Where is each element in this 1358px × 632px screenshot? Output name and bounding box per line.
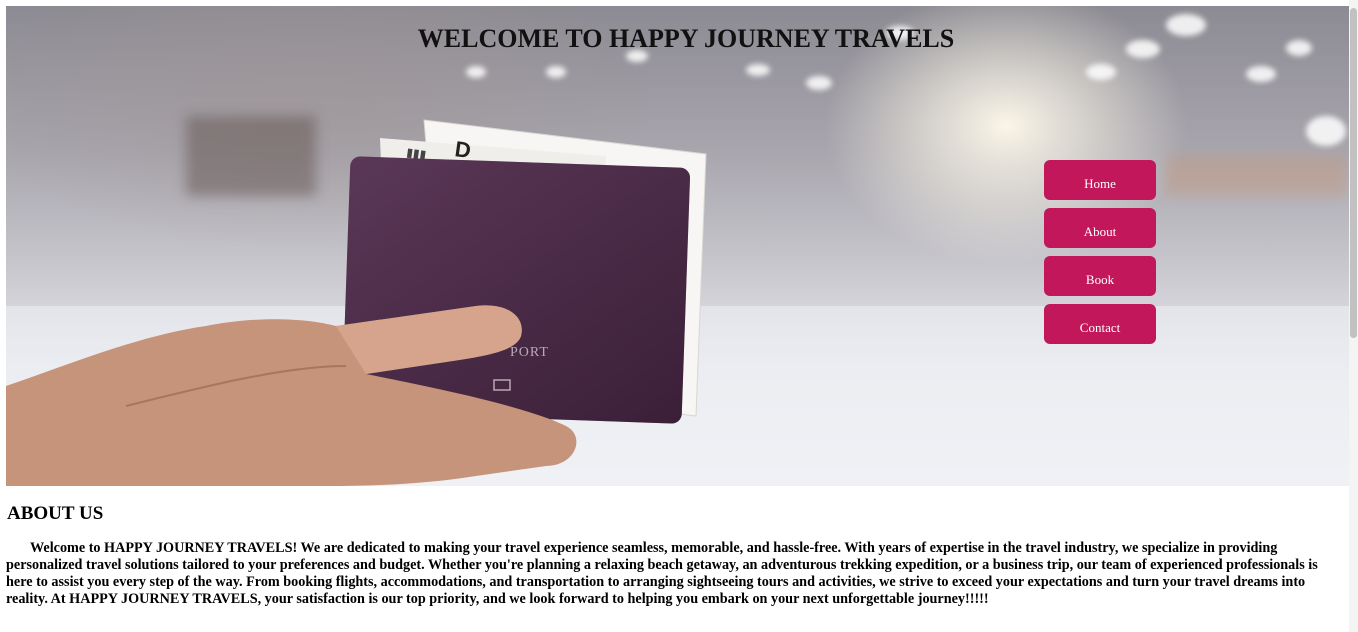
about-paragraph: Welcome to HAPPY JOURNEY TRAVELS! We are…	[6, 540, 1318, 607]
svg-text:PORT: PORT	[510, 345, 549, 360]
about-heading: ABOUT US	[7, 503, 104, 524]
main-nav: Home About Book Contact	[1044, 160, 1156, 352]
nav-home-button[interactable]: Home	[1044, 160, 1156, 200]
nav-about-button[interactable]: About	[1044, 208, 1156, 248]
nav-book-button[interactable]: Book	[1044, 256, 1156, 296]
nav-contact-button[interactable]: Contact	[1044, 304, 1156, 344]
vertical-scrollbar[interactable]	[1349, 0, 1358, 632]
scrollbar-thumb[interactable]	[1350, 8, 1357, 338]
hero-banner: D ▮▮▮ PORT WELCOME TO HAPPY JOURNEY TRAV…	[6, 6, 1349, 486]
page-title: WELCOME TO HAPPY JOURNEY TRAVELS	[417, 24, 955, 53]
page: D ▮▮▮ PORT WELCOME TO HAPPY JOURNEY TRAV…	[0, 0, 1358, 632]
